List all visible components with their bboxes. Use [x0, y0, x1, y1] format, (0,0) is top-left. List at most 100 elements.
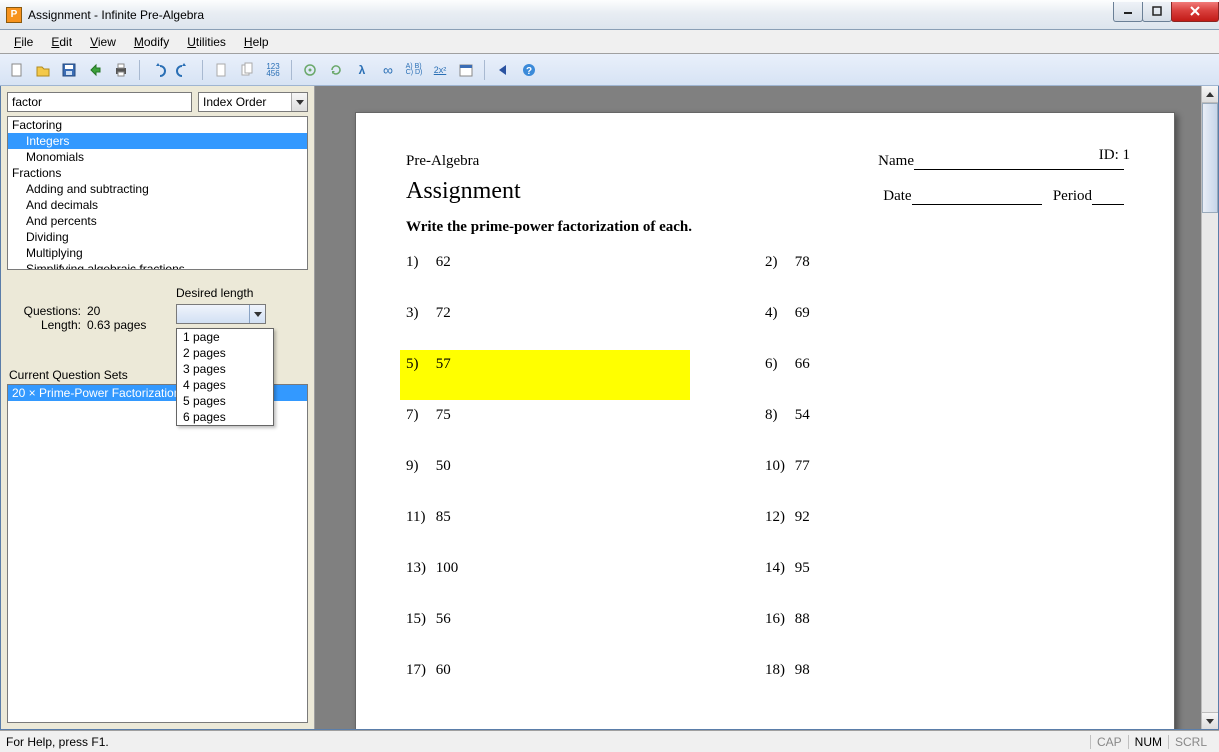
- document-preview: ID: 1 Pre-Algebra Name Assignment Date P…: [315, 86, 1218, 729]
- refresh-icon[interactable]: [325, 59, 347, 81]
- id-label: ID: 1: [1099, 147, 1130, 164]
- length-option[interactable]: 6 pages: [177, 409, 273, 425]
- question[interactable]: 16) 88: [765, 611, 1124, 628]
- toolbar: 123456 λ ∞ A) B)C) D) 2x² ?: [0, 54, 1219, 86]
- period-blank: [1092, 191, 1124, 205]
- topic-item[interactable]: Adding and subtracting: [8, 181, 307, 197]
- menu-utilities[interactable]: Utilities: [179, 32, 234, 52]
- undo-icon[interactable]: [147, 59, 169, 81]
- questions-label: Questions:: [21, 304, 81, 318]
- question[interactable]: 1) 62: [406, 254, 765, 271]
- length-value: 0.63 pages: [87, 318, 146, 332]
- topic-item[interactable]: Multiplying: [8, 245, 307, 261]
- date-label: Date: [883, 188, 911, 204]
- page-icon[interactable]: [210, 59, 232, 81]
- menu-bar: FileEditViewModifyUtilitiesHelp: [0, 30, 1219, 54]
- menu-edit[interactable]: Edit: [43, 32, 80, 52]
- length-option[interactable]: 5 pages: [177, 393, 273, 409]
- sort-combo-value: Index Order: [203, 95, 266, 109]
- question[interactable]: 15) 56: [406, 611, 765, 628]
- status-bar: For Help, press F1. CAP NUM SCRL: [0, 730, 1219, 752]
- scroll-down-icon[interactable]: [1202, 712, 1218, 729]
- question[interactable]: 3) 72: [406, 305, 765, 322]
- svg-text:?: ?: [526, 66, 532, 77]
- minimize-button[interactable]: [1113, 2, 1143, 22]
- question[interactable]: 13) 100: [406, 560, 765, 577]
- status-help: For Help, press F1.: [6, 735, 109, 749]
- topic-item[interactable]: Simplifying algebraic fractions: [8, 261, 307, 270]
- save-icon[interactable]: [58, 59, 80, 81]
- question[interactable]: 11) 85: [406, 509, 765, 526]
- topic-item[interactable]: Factoring: [8, 117, 307, 133]
- choices-icon[interactable]: A) B)C) D): [403, 59, 425, 81]
- menu-view[interactable]: View: [82, 32, 124, 52]
- topic-item[interactable]: Integers: [8, 133, 307, 149]
- chevron-down-icon: [291, 93, 307, 111]
- topic-item[interactable]: Dividing: [8, 229, 307, 245]
- status-cap: CAP: [1090, 735, 1128, 749]
- target-icon[interactable]: [299, 59, 321, 81]
- open-icon[interactable]: [32, 59, 54, 81]
- length-option[interactable]: 4 pages: [177, 377, 273, 393]
- status-num: NUM: [1128, 735, 1168, 749]
- question[interactable]: 14) 95: [765, 560, 1124, 577]
- topic-list[interactable]: FactoringIntegersMonomialsFractionsAddin…: [7, 116, 308, 270]
- expr-icon[interactable]: 2x²: [429, 59, 451, 81]
- menu-file[interactable]: File: [6, 32, 41, 52]
- scrollbar-thumb[interactable]: [1202, 103, 1218, 213]
- numbers-icon[interactable]: 123456: [262, 59, 284, 81]
- help-icon[interactable]: ?: [518, 59, 540, 81]
- menu-help[interactable]: Help: [236, 32, 277, 52]
- question[interactable]: 4) 69: [765, 305, 1124, 322]
- topic-item[interactable]: Fractions: [8, 165, 307, 181]
- questions-value: 20: [87, 304, 100, 318]
- scroll-up-icon[interactable]: [1202, 86, 1218, 103]
- question[interactable]: 12) 92: [765, 509, 1124, 526]
- export-icon[interactable]: [84, 59, 106, 81]
- lambda-icon[interactable]: λ: [351, 59, 373, 81]
- question[interactable]: 8) 54: [765, 407, 1124, 424]
- name-blank: [914, 156, 1124, 170]
- print-icon[interactable]: [110, 59, 132, 81]
- question[interactable]: 10) 77: [765, 458, 1124, 475]
- desired-length-label: Desired length: [176, 286, 266, 300]
- question-set-list[interactable]: 20 × Prime-Power Factorization Wi: [7, 384, 308, 723]
- length-label: Length:: [21, 318, 81, 332]
- maximize-button[interactable]: [1142, 2, 1172, 22]
- name-label: Name: [878, 153, 914, 169]
- question[interactable]: 2) 78: [765, 254, 1124, 271]
- highlight: [400, 350, 690, 400]
- title-bar: P Assignment - Infinite Pre-Algebra: [0, 0, 1219, 30]
- infinity-icon[interactable]: ∞: [377, 59, 399, 81]
- vertical-scrollbar[interactable]: [1201, 86, 1218, 729]
- instructions: Write the prime-power factorization of e…: [406, 219, 1124, 236]
- app-icon: P: [6, 7, 22, 23]
- topic-item[interactable]: Monomials: [8, 149, 307, 165]
- new-icon[interactable]: [6, 59, 28, 81]
- desired-length-dropdown[interactable]: 1 page2 pages3 pages4 pages5 pages6 page…: [176, 328, 274, 426]
- calendar-icon[interactable]: [455, 59, 477, 81]
- subject-label: Pre-Algebra: [406, 153, 479, 170]
- chevron-down-icon: [249, 305, 265, 323]
- search-input[interactable]: [7, 92, 192, 112]
- question[interactable]: 18) 98: [765, 662, 1124, 679]
- sort-combo[interactable]: Index Order: [198, 92, 308, 112]
- menu-modify[interactable]: Modify: [126, 32, 177, 52]
- topic-item[interactable]: And percents: [8, 213, 307, 229]
- question[interactable]: 6) 66: [765, 356, 1124, 373]
- desired-length-combo[interactable]: [176, 304, 266, 324]
- length-option[interactable]: 2 pages: [177, 345, 273, 361]
- question[interactable]: 9) 50: [406, 458, 765, 475]
- question[interactable]: 17) 60: [406, 662, 765, 679]
- pages-icon[interactable]: [236, 59, 258, 81]
- length-option[interactable]: 1 page: [177, 329, 273, 345]
- length-option[interactable]: 3 pages: [177, 361, 273, 377]
- redo-icon[interactable]: [173, 59, 195, 81]
- question[interactable]: 5) 57: [406, 356, 765, 373]
- back-icon[interactable]: [492, 59, 514, 81]
- close-button[interactable]: [1171, 2, 1219, 22]
- topic-item[interactable]: And decimals: [8, 197, 307, 213]
- assignment-title: Assignment: [406, 178, 521, 205]
- question[interactable]: 7) 75: [406, 407, 765, 424]
- left-panel: Index Order FactoringIntegersMonomialsFr…: [1, 86, 315, 729]
